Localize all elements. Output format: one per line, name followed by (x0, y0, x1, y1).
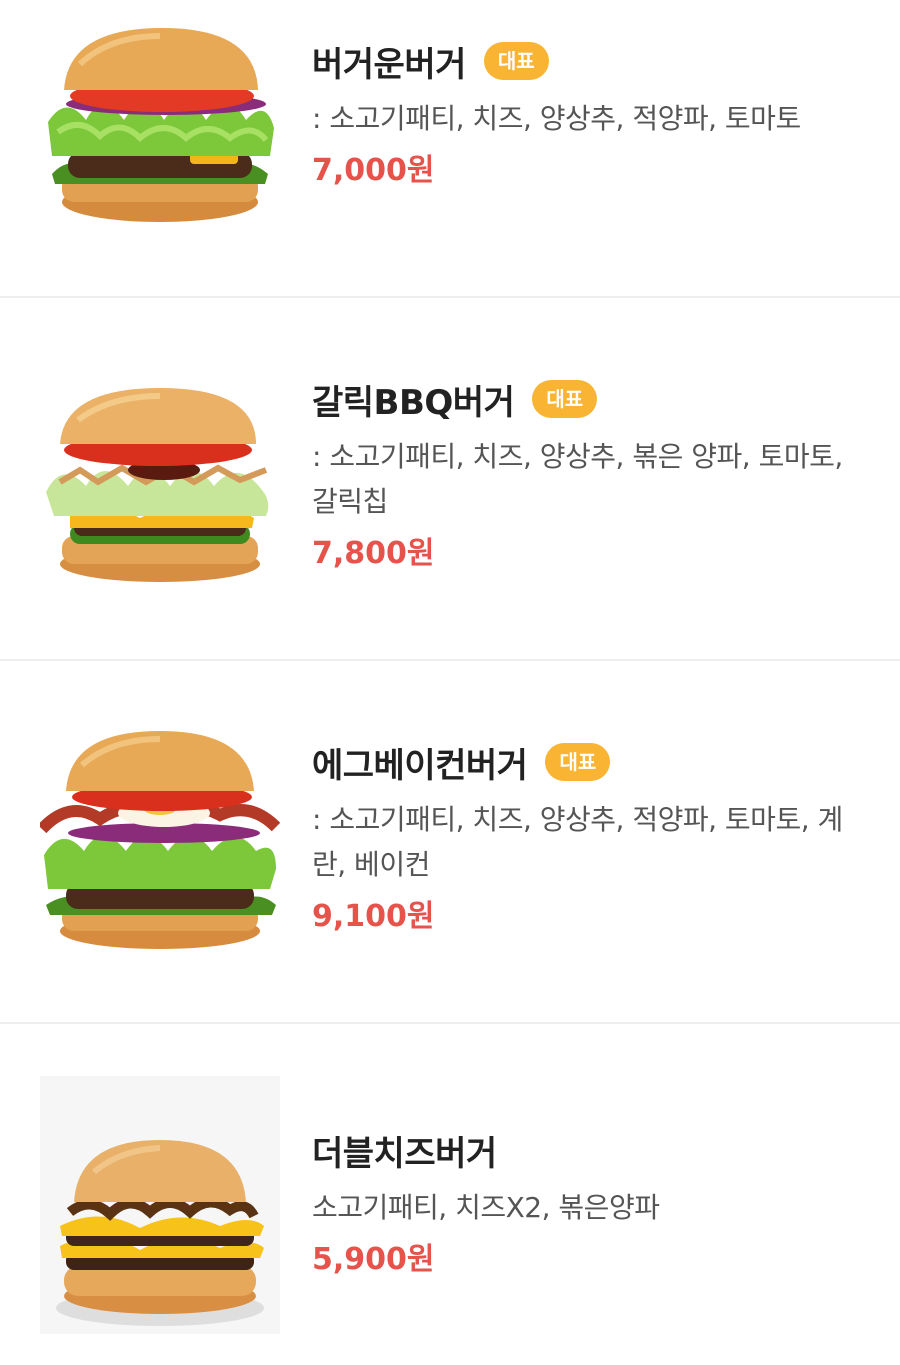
item-info: 에그베이컨버거 대표 : 소고기패티, 치즈, 양상추, 적양파, 토마토, 계… (312, 737, 872, 939)
signature-badge: 대표 (545, 743, 611, 781)
egg-bacon-burger-photo (40, 731, 280, 949)
burger-image (40, 1076, 280, 1334)
item-price: 5,900원 (312, 1242, 435, 1277)
item-info: 갈릭BBQ버거 대표 : 소고기패티, 치즈, 양상추, 볶은 양파, 토마토,… (312, 374, 872, 576)
signature-badge: 대표 (532, 380, 598, 418)
item-name: 에그베이컨버거 (312, 745, 528, 786)
item-price: 9,100원 (312, 899, 435, 934)
menu-item-garlic-bbq-burger[interactable]: 갈릭BBQ버거 대표 : 소고기패티, 치즈, 양상추, 볶은 양파, 토마토,… (0, 298, 900, 660)
item-description: : 소고기패티, 치즈, 양상추, 볶은 양파, 토마토, 갈릭칩 (312, 440, 843, 518)
burger-image (40, 386, 280, 586)
item-info: 더블치즈버거 소고기패티, 치즈X2, 볶은양파 5,900원 (312, 1125, 872, 1282)
burger-image (40, 729, 280, 953)
classic-burger-photo (48, 28, 274, 222)
signature-badge: 대표 (483, 42, 549, 80)
menu-list: 버거운버거 대표 : 소고기패티, 치즈, 양상추, 적양파, 토마토 7,00… (0, 0, 900, 1365)
menu-item-egg-bacon-burger[interactable]: 에그베이컨버거 대표 : 소고기패티, 치즈, 양상추, 적양파, 토마토, 계… (0, 661, 900, 1023)
item-name: 버거운버거 (312, 44, 466, 85)
item-description: : 소고기패티, 치즈, 양상추, 적양파, 토마토 (312, 102, 801, 135)
garlic-bbq-burger-photo (46, 388, 269, 582)
item-name: 더블치즈버거 (312, 1133, 497, 1174)
item-name: 갈릭BBQ버거 (312, 382, 515, 423)
burger-image (40, 24, 280, 234)
menu-item-classic-burger[interactable]: 버거운버거 대표 : 소고기패티, 치즈, 양상추, 적양파, 토마토 7,00… (0, 0, 900, 298)
item-description: 소고기패티, 치즈X2, 볶은양파 (312, 1191, 660, 1224)
item-info: 버거운버거 대표 : 소고기패티, 치즈, 양상추, 적양파, 토마토 7,00… (312, 36, 872, 193)
item-description: : 소고기패티, 치즈, 양상추, 적양파, 토마토, 계란, 베이컨 (312, 803, 843, 881)
item-price: 7,000원 (312, 153, 435, 188)
item-price: 7,800원 (312, 536, 435, 571)
menu-item-double-cheese-burger[interactable]: 더블치즈버거 소고기패티, 치즈X2, 볶은양파 5,900원 (0, 1024, 900, 1365)
double-cheese-burger-photo (40, 1076, 280, 1334)
